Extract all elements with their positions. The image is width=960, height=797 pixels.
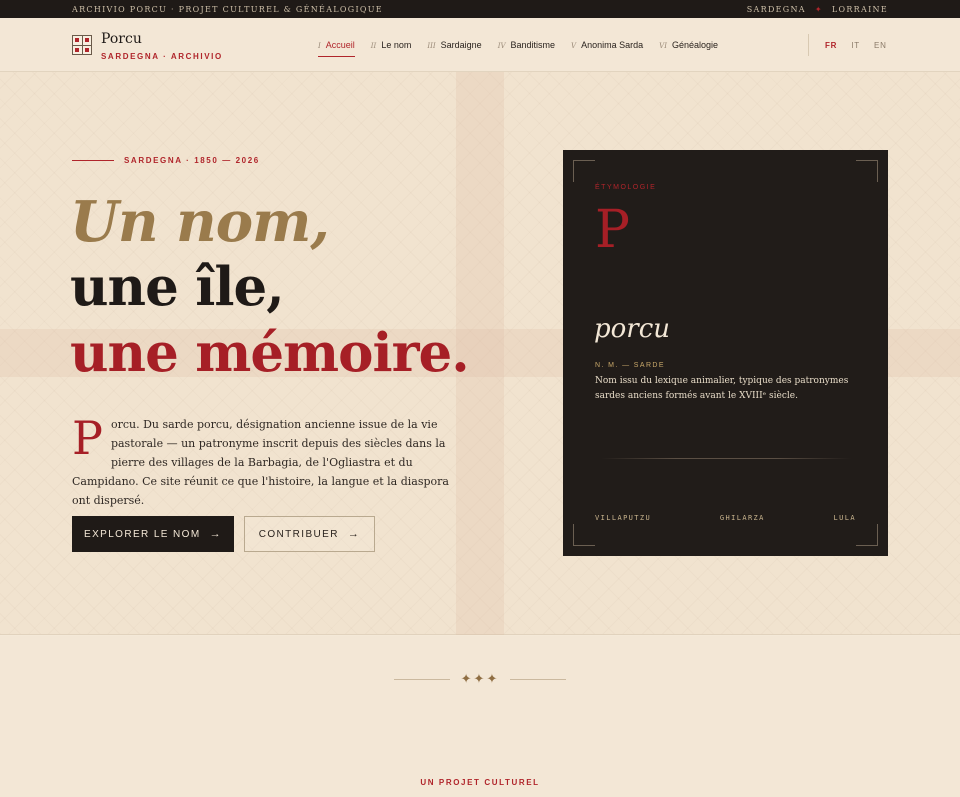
- card-letter: P: [595, 200, 630, 260]
- lead-text: orcu. Du sarde porcu, désignation ancien…: [72, 418, 449, 507]
- hero-title-line-1: Un nom,: [70, 189, 330, 255]
- region-sardegna: SARDEGNA: [746, 4, 806, 14]
- lang-divider: [808, 34, 809, 56]
- nav-item-le-nom[interactable]: II Le nom: [371, 40, 412, 57]
- corner-frame: [573, 160, 595, 182]
- star-ornament-icon: ✦✦✦: [460, 671, 500, 686]
- place-item: GHILARZA: [719, 514, 765, 522]
- hero-section: SARDEGNA · 1850 — 2026 Un nom, une île, …: [0, 72, 960, 635]
- contribute-button[interactable]: CONTRIBUER →: [244, 516, 375, 552]
- brand-subtitle: SARDEGNA · ARCHIVIO: [101, 52, 223, 61]
- card-divider: [601, 458, 851, 459]
- card-word: porcu: [594, 314, 671, 344]
- card-grammar: N. M. — SARDE: [595, 362, 665, 369]
- corner-frame: [573, 524, 595, 546]
- card-definition: Nom issu du lexique animalier, typique d…: [595, 376, 849, 401]
- nav-item-banditisme[interactable]: IV Banditisme: [498, 40, 555, 57]
- top-strip: ARCHIVIO PORCU · PROJET CULTUREL & GÉNÉA…: [0, 0, 960, 18]
- card-places: VILLAPUTZU GHILARZA LULA: [595, 514, 856, 522]
- hero-eyebrow: SARDEGNA · 1850 — 2026: [72, 156, 260, 165]
- region-separator-icon: ✦: [814, 4, 823, 14]
- nav-item-anonima-sarda[interactable]: V Anonima Sarda: [571, 40, 643, 57]
- lang-it[interactable]: IT: [851, 41, 860, 50]
- place-item: LULA: [833, 514, 856, 522]
- nav-item-accueil[interactable]: I Accueil: [318, 40, 355, 57]
- arrow-right-icon: →: [209, 528, 222, 540]
- lang-en[interactable]: EN: [874, 41, 887, 50]
- nav-item-sardaigne[interactable]: III Sardaigne: [427, 40, 481, 57]
- corner-frame: [856, 524, 878, 546]
- lead-dropcap: P: [72, 411, 103, 465]
- hero-title-line-2: une île,: [70, 256, 285, 318]
- brand-name[interactable]: Porcu: [101, 31, 142, 47]
- section-label: UN PROJET CULTUREL: [420, 778, 540, 787]
- top-strip-regions: SARDEGNA ✦ LORRAINE: [747, 5, 888, 14]
- eyebrow-rule: [72, 160, 114, 161]
- explore-name-button[interactable]: EXPLORER LE NOM →: [72, 516, 234, 552]
- corner-frame: [856, 160, 878, 182]
- region-lorraine: LORRAINE: [831, 4, 888, 14]
- top-strip-title: ARCHIVIO PORCU · PROJET CULTUREL & GÉNÉA…: [72, 4, 383, 14]
- place-item: VILLAPUTZU: [595, 514, 652, 522]
- logo-cross-icon[interactable]: [72, 35, 92, 55]
- card-label: ÉTYMOLOGIE: [595, 184, 657, 191]
- nav-item-genealogie[interactable]: VI Généalogie: [659, 40, 718, 57]
- hero-title-line-3: une mémoire.: [70, 322, 470, 384]
- hero-lead: Porcu. Du sarde porcu, désignation ancie…: [72, 415, 450, 510]
- main-nav: I Accueil II Le nom III Sardaigne IV Banditi…: [318, 40, 734, 57]
- site-header: Porcu SARDEGNA · ARCHIVIO I Accueil II Le …: [0, 18, 960, 72]
- ornament-divider: ✦✦✦: [394, 670, 566, 688]
- lang-fr[interactable]: FR: [825, 41, 837, 50]
- lower-section: [0, 636, 960, 797]
- hero-title: Un nom, une île, une mémoire.: [70, 189, 470, 386]
- etymology-card: ÉTYMOLOGIE P porcu N. M. — SARDE Nom iss…: [563, 150, 888, 556]
- arrow-right-icon: →: [347, 528, 361, 540]
- language-switcher: FR IT EN: [825, 41, 887, 50]
